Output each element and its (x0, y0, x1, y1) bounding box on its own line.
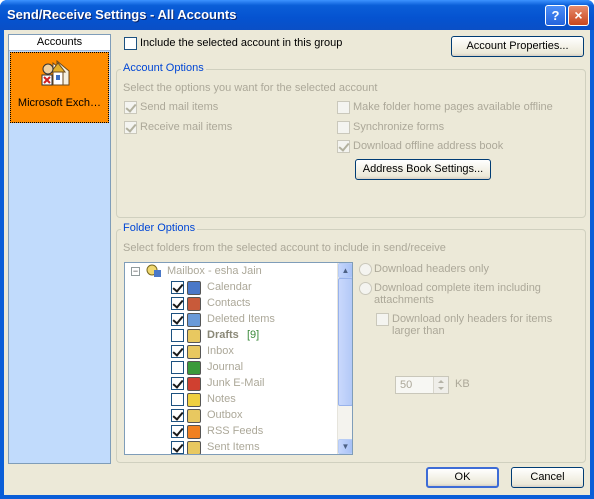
folder-label: Junk E-Mail (207, 377, 265, 389)
folder-label: Inbox (207, 345, 234, 357)
contacts-icon (187, 297, 201, 311)
folder-tree[interactable]: − Mailbox - esha Jain Calendar Contacts De… (124, 262, 353, 455)
download-only-headers-checkbox[interactable] (376, 313, 389, 326)
window-title: Send/Receive Settings - All Accounts (7, 7, 237, 22)
sent-items-icon (187, 441, 201, 454)
folder-label: Calendar (207, 281, 252, 293)
folder-checkbox[interactable] (171, 425, 184, 438)
send-mail-checkbox[interactable] (124, 101, 137, 114)
accounts-list[interactable]: Accounts Microsoft Exch… (8, 34, 111, 464)
folder-label: Drafts (207, 329, 239, 341)
folder-label: RSS Feeds (207, 425, 264, 437)
folder-options-description: Select folders from the selected account… (123, 242, 446, 254)
folder-options-title: Folder Options (121, 222, 198, 234)
journal-icon (187, 361, 201, 375)
account-properties-button[interactable]: Account Properties... (451, 36, 584, 57)
synchronize-forms-checkbox[interactable] (337, 121, 350, 134)
folder-checkbox[interactable] (171, 345, 184, 358)
title-bar[interactable]: Send/Receive Settings - All Accounts ? × (0, 0, 594, 30)
folder-checkbox[interactable] (171, 361, 184, 374)
size-limit-value: 50 (400, 379, 413, 391)
folder-label: Outbox (207, 409, 243, 421)
receive-mail-checkbox[interactable] (124, 121, 137, 134)
accounts-header: Accounts (9, 35, 110, 51)
cancel-button[interactable]: Cancel (511, 467, 584, 488)
download-complete-label: Download complete item including attachm… (374, 282, 541, 306)
mailbox-icon (146, 264, 162, 278)
download-headers-radio[interactable] (359, 263, 372, 276)
download-complete-radio[interactable] (359, 282, 372, 295)
folder-label: Notes (207, 393, 236, 405)
notes-icon (187, 393, 201, 407)
folder-checkbox[interactable] (171, 313, 184, 326)
download-only-headers-label: Download only headers for items larger t… (392, 313, 553, 337)
folder-checkbox[interactable] (171, 441, 184, 454)
scroll-up-button[interactable]: ▲ (338, 263, 352, 278)
account-item-microsoft-exchange[interactable]: Microsoft Exch… (10, 52, 109, 123)
include-account-label: Include the selected account in this gro… (140, 37, 343, 49)
folder-checkbox[interactable] (171, 409, 184, 422)
exchange-account-icon (41, 59, 70, 86)
unread-count: [9] (247, 329, 260, 341)
folder-label: Journal (207, 361, 244, 373)
rss-feeds-icon (187, 425, 201, 439)
folder-checkbox[interactable] (171, 393, 184, 406)
download-headers-label: Download headers only (374, 263, 489, 275)
scroll-thumb[interactable] (338, 278, 352, 406)
send-receive-settings-window: Send/Receive Settings - All Accounts ? ×… (0, 0, 594, 499)
folder-label: Deleted Items (207, 313, 275, 325)
close-button[interactable]: × (568, 5, 589, 26)
include-account-checkbox[interactable] (124, 37, 137, 50)
send-mail-label: Send mail items (140, 101, 219, 113)
outbox-icon (187, 409, 201, 423)
address-book-settings-button[interactable]: Address Book Settings... (355, 159, 491, 180)
dialog-body: Accounts Microsoft Exch… Include the sel… (4, 30, 590, 495)
size-unit-label: KB (455, 378, 470, 390)
size-limit-spinner[interactable]: 50 (395, 376, 449, 394)
download-oab-checkbox[interactable] (337, 140, 350, 153)
ok-button[interactable]: OK (426, 467, 499, 488)
collapse-expander[interactable]: − (131, 267, 140, 276)
make-folder-home-label: Make folder home pages available offline (353, 101, 553, 113)
drafts-icon (187, 329, 201, 343)
account-options-description: Select the options you want for the sele… (123, 82, 378, 94)
account-options-title: Account Options (121, 62, 206, 74)
folder-checkbox[interactable] (171, 377, 184, 390)
folder-label: Sent Items (207, 441, 260, 453)
help-button[interactable]: ? (545, 5, 566, 26)
mailbox-label: Mailbox - esha Jain (167, 265, 262, 277)
inbox-icon (187, 345, 201, 359)
junk-email-icon (187, 377, 201, 391)
download-oab-label: Download offline address book (353, 140, 504, 152)
folder-checkbox[interactable] (171, 281, 184, 294)
folder-checkbox[interactable] (171, 329, 184, 342)
folder-checkbox[interactable] (171, 297, 184, 310)
receive-mail-label: Receive mail items (140, 121, 233, 133)
account-item-label: Microsoft Exch… (17, 97, 102, 109)
spinner-arrows[interactable] (433, 377, 448, 393)
scroll-down-button[interactable]: ▼ (338, 439, 352, 454)
deleted-items-icon (187, 313, 201, 327)
synchronize-forms-label: Synchronize forms (353, 121, 445, 133)
folder-label: Contacts (207, 297, 251, 309)
folder-tree-scrollbar[interactable]: ▲ ▼ (337, 263, 352, 454)
calendar-icon (187, 281, 201, 295)
spinner-arrows-icon (438, 380, 444, 390)
make-folder-home-checkbox[interactable] (337, 101, 350, 114)
